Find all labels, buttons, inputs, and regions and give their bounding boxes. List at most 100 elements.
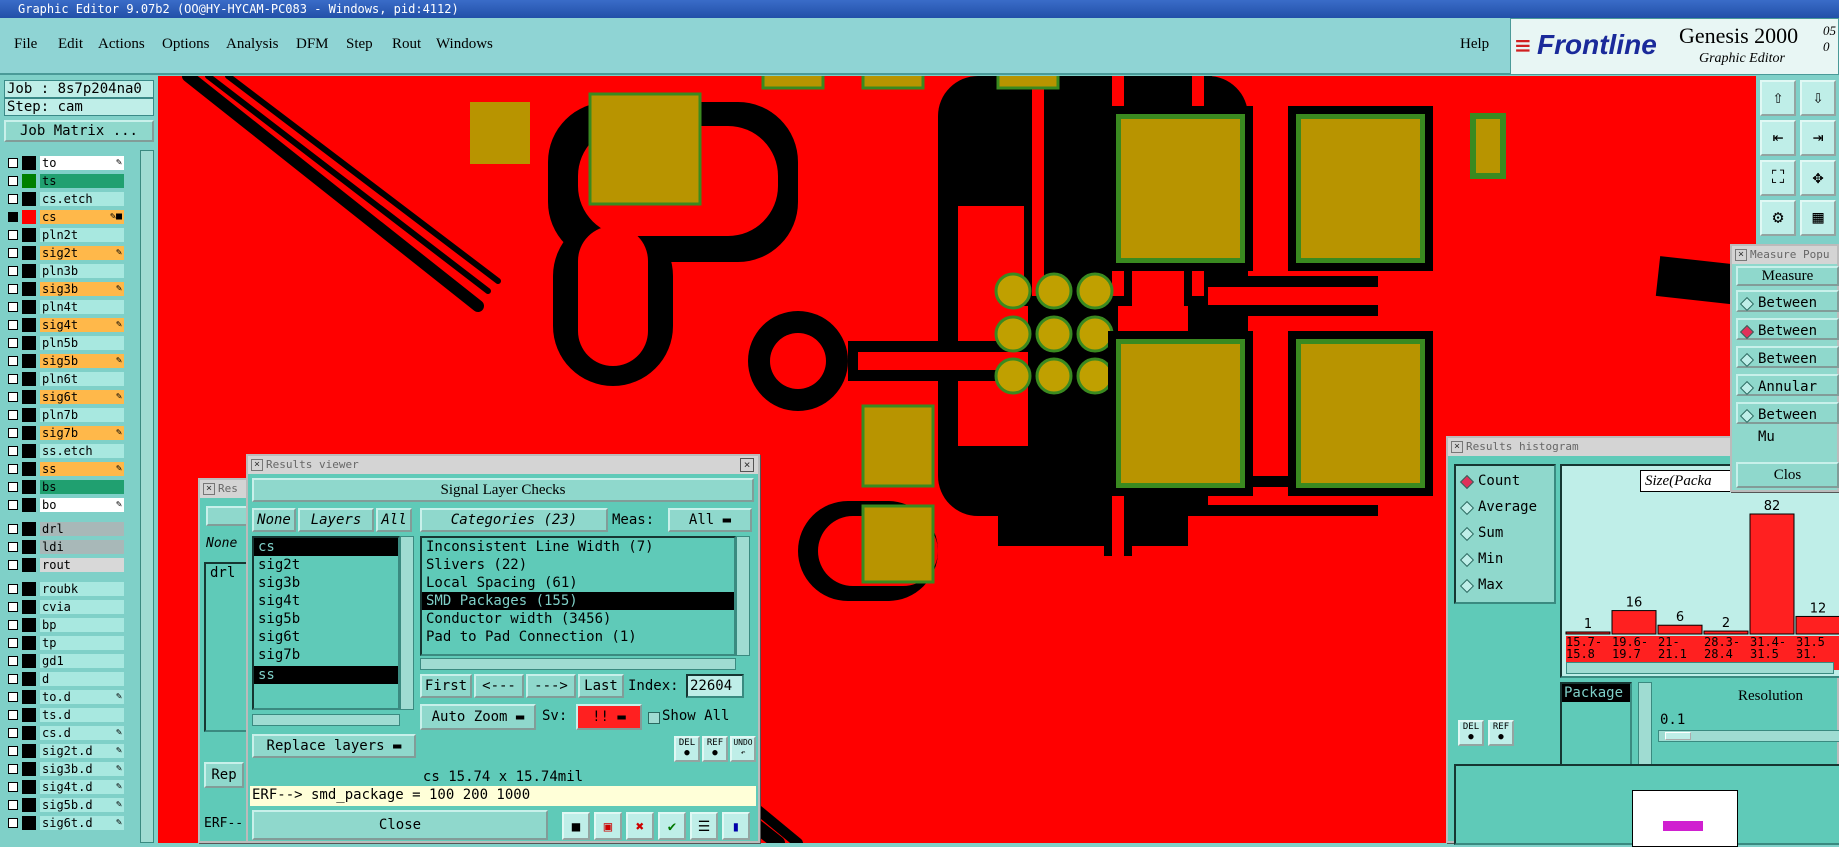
layer-name[interactable]: sig3b.d bbox=[40, 762, 124, 776]
layer-row[interactable]: sig5b.d ✎ bbox=[8, 798, 124, 812]
layer-checkbox[interactable] bbox=[8, 482, 18, 492]
layer-color-swatch[interactable] bbox=[22, 480, 36, 494]
layer-row[interactable]: to.d ✎ bbox=[8, 690, 124, 704]
layer-checkbox[interactable] bbox=[8, 764, 18, 774]
layer-checkbox[interactable] bbox=[8, 374, 18, 384]
layer-name[interactable]: pln4t bbox=[40, 300, 124, 314]
meas-select[interactable]: All ▬ bbox=[668, 508, 752, 532]
layer-color-swatch[interactable] bbox=[22, 354, 36, 368]
menu-actions[interactable]: Actions bbox=[98, 36, 145, 53]
package-item[interactable]: Package bbox=[1562, 684, 1630, 702]
histogram-bar[interactable] bbox=[1749, 513, 1795, 635]
category-item[interactable]: Local Spacing (61) bbox=[422, 574, 734, 592]
layer-checkbox[interactable] bbox=[8, 356, 18, 366]
layer-color-swatch[interactable] bbox=[22, 708, 36, 722]
layer-color-swatch[interactable] bbox=[22, 390, 36, 404]
replace-layers-button[interactable]: Replace layers ▬ bbox=[252, 734, 416, 758]
layer-row[interactable]: bo ✎ bbox=[8, 498, 124, 512]
measure-popup[interactable]: ×Measure Popu Measure Between PoBetween … bbox=[1730, 244, 1839, 492]
categories-list[interactable]: Inconsistent Line Width (7) Slivers (22) L… bbox=[420, 536, 736, 656]
layer-color-swatch[interactable] bbox=[22, 318, 36, 332]
layer-row[interactable]: sig2t.d ✎ bbox=[8, 744, 124, 758]
layer-checkbox[interactable] bbox=[8, 524, 18, 534]
layer-row[interactable]: pln3b bbox=[8, 264, 124, 278]
histogram-option-average[interactable]: Average bbox=[1458, 496, 1537, 518]
layer-name[interactable]: bp bbox=[40, 618, 124, 632]
categories-button[interactable]: Categories (23) bbox=[420, 508, 608, 532]
layer-name[interactable]: drl bbox=[40, 522, 124, 536]
layer-name[interactable]: cvia bbox=[40, 600, 124, 614]
list-item[interactable]: sig2t bbox=[254, 556, 398, 574]
list-item[interactable]: cs bbox=[254, 538, 398, 556]
prev-button[interactable]: <--- bbox=[474, 674, 524, 698]
menu-analysis[interactable]: Analysis bbox=[226, 36, 279, 53]
layer-name[interactable]: sig5b.d bbox=[40, 798, 124, 812]
layer-row[interactable]: d bbox=[8, 672, 124, 686]
back-rep-button[interactable]: Rep bbox=[204, 762, 244, 788]
close-icon[interactable]: × bbox=[1451, 441, 1463, 453]
category-item[interactable]: SMD Packages (155) bbox=[422, 592, 734, 610]
layer-name[interactable]: sig6t bbox=[40, 390, 124, 404]
list-item[interactable]: sig3b bbox=[254, 574, 398, 592]
layer-checkbox[interactable] bbox=[8, 728, 18, 738]
menu-edit[interactable]: Edit bbox=[58, 36, 83, 53]
layers-none-button[interactable]: None bbox=[252, 508, 296, 532]
layer-row[interactable]: sig6t ✎ bbox=[8, 390, 124, 404]
layer-checkbox[interactable] bbox=[8, 284, 18, 294]
list-item[interactable]: sig7b bbox=[254, 646, 398, 664]
layer-color-swatch[interactable] bbox=[22, 780, 36, 794]
layer-row[interactable]: ss.etch bbox=[8, 444, 124, 458]
list-item[interactable]: sig4t bbox=[254, 592, 398, 610]
layer-name[interactable]: pln7b bbox=[40, 408, 124, 422]
layer-row[interactable]: rout bbox=[8, 558, 124, 572]
resolution-slider[interactable] bbox=[1658, 730, 1839, 742]
measure-close-button[interactable]: Clos bbox=[1736, 462, 1839, 488]
layer-color-swatch[interactable] bbox=[22, 726, 36, 740]
layer-row[interactable]: ss ✎ bbox=[8, 462, 124, 476]
layer-checkbox[interactable] bbox=[8, 584, 18, 594]
run-icon[interactable]: ✔ bbox=[658, 812, 686, 840]
layer-checkbox[interactable] bbox=[8, 656, 18, 666]
layer-row[interactable]: ts.d bbox=[8, 708, 124, 722]
list-item[interactable]: ss bbox=[254, 666, 398, 684]
layer-color-swatch[interactable] bbox=[22, 744, 36, 758]
layer-name[interactable]: roubk bbox=[40, 582, 124, 596]
category-item[interactable]: Pad to Pad Connection (1) bbox=[422, 628, 734, 646]
layer-color-swatch[interactable] bbox=[22, 672, 36, 686]
measure-titlebar[interactable]: × Measure Popu bbox=[1732, 246, 1837, 264]
layer-name[interactable]: pln5b bbox=[40, 336, 124, 350]
histogram-ref-icon[interactable]: REF ● bbox=[1488, 720, 1514, 746]
layer-checkbox[interactable] bbox=[8, 602, 18, 612]
layer-checkbox[interactable] bbox=[8, 410, 18, 420]
layer-name[interactable]: pln3b bbox=[40, 264, 124, 278]
grid-icon[interactable]: ▦ bbox=[1800, 200, 1836, 236]
layer-row[interactable]: roubk bbox=[8, 582, 124, 596]
layer-color-swatch[interactable] bbox=[22, 264, 36, 278]
layer-checkbox[interactable] bbox=[8, 782, 18, 792]
histogram-bar[interactable] bbox=[1795, 615, 1839, 635]
close-icon[interactable]: × bbox=[1735, 249, 1747, 261]
histogram-bar[interactable] bbox=[1565, 631, 1611, 635]
layer-name[interactable]: pln2t bbox=[40, 228, 124, 242]
layer-color-swatch[interactable] bbox=[22, 690, 36, 704]
layer-color-swatch[interactable] bbox=[22, 246, 36, 260]
layers-toggle-button[interactable]: Layers bbox=[298, 508, 374, 532]
close-icon[interactable]: × bbox=[203, 483, 215, 495]
export-icon[interactable]: ⇩ bbox=[1800, 80, 1836, 116]
list-item[interactable]: sig5b bbox=[254, 610, 398, 628]
layer-row[interactable]: cs.d ✎ bbox=[8, 726, 124, 740]
layer-color-swatch[interactable] bbox=[22, 798, 36, 812]
layer-row[interactable]: bs bbox=[8, 480, 124, 494]
layer-row[interactable]: pln4t bbox=[8, 300, 124, 314]
layer-list-hscroll[interactable] bbox=[252, 714, 400, 726]
layer-checkbox[interactable] bbox=[8, 464, 18, 474]
close-window-icon[interactable]: × bbox=[740, 458, 754, 472]
layer-color-swatch[interactable] bbox=[22, 336, 36, 350]
layer-name[interactable]: sig4t bbox=[40, 318, 124, 332]
layer-color-swatch[interactable] bbox=[22, 228, 36, 242]
layer-checkbox[interactable] bbox=[8, 746, 18, 756]
layer-checkbox[interactable] bbox=[8, 542, 18, 552]
layer-name[interactable]: sig2t bbox=[40, 246, 124, 260]
layer-row[interactable]: drl bbox=[8, 522, 124, 536]
layer-name[interactable]: to.d bbox=[40, 690, 124, 704]
